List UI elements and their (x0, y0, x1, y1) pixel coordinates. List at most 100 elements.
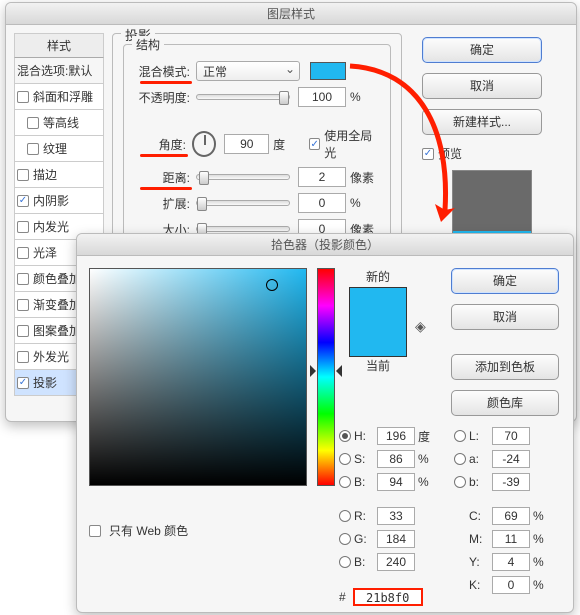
radio-b[interactable] (339, 476, 351, 488)
s-input[interactable]: 86 (377, 450, 415, 468)
styles-header: 样式 (14, 33, 104, 58)
opacity-label: 不透明度: (134, 89, 190, 106)
cp-cancel-button[interactable]: 取消 (451, 304, 559, 330)
spread-slider[interactable] (196, 200, 290, 206)
cancel-button[interactable]: 取消 (422, 73, 542, 99)
layer-style-title: 图层样式 (6, 3, 576, 25)
angle-dial[interactable] (192, 131, 216, 157)
style-item-0[interactable]: 斜面和浮雕 (14, 84, 104, 110)
style-checkbox-1[interactable] (27, 117, 39, 129)
style-label-2: 纹理 (43, 140, 67, 157)
ok-button[interactable]: 确定 (422, 37, 542, 63)
structure-legend: 结构 (132, 36, 164, 53)
angle-input[interactable]: 90 (224, 134, 269, 154)
hex-label: # (339, 590, 346, 604)
color-lib-button[interactable]: 颜色库 (451, 390, 559, 416)
style-checkbox-8[interactable] (17, 299, 29, 311)
y-input[interactable]: 4 (492, 553, 530, 571)
a-input[interactable]: -24 (492, 450, 530, 468)
radio-h[interactable] (339, 430, 351, 442)
global-light-label: 使用全局光 (324, 127, 380, 161)
web-only-label: 只有 Web 颜色 (109, 522, 188, 539)
global-light-checkbox[interactable] (309, 138, 320, 150)
radio-g[interactable] (339, 533, 351, 545)
new-color-label: 新的 (349, 268, 407, 285)
radio-r[interactable] (339, 510, 351, 522)
distance-slider[interactable] (196, 174, 290, 180)
style-checkbox-7[interactable] (17, 273, 29, 285)
style-item-2[interactable]: 纹理 (14, 136, 104, 162)
angle-label: 角度: (134, 136, 186, 153)
color-picker-dialog: 拾色器（投影颜色） 新的 当前 ◈ 确定 取消 添加到色板 颜色库 只有 Web… (76, 233, 574, 613)
opacity-unit: % (350, 90, 380, 104)
spread-unit: % (350, 196, 380, 210)
style-checkbox-2[interactable] (27, 143, 39, 155)
preview-label: 预览 (438, 145, 462, 162)
style-label-8: 渐变叠加 (33, 296, 81, 313)
distance-unit: 像素 (350, 169, 380, 186)
preview-checkbox[interactable] (422, 148, 434, 160)
new-style-button[interactable]: 新建样式... (422, 109, 542, 135)
style-checkbox-10[interactable] (17, 351, 29, 363)
style-checkbox-9[interactable] (17, 325, 29, 337)
k-input[interactable]: 0 (492, 576, 530, 594)
blend-options-default[interactable]: 混合选项:默认 (14, 58, 104, 84)
r-input[interactable]: 33 (377, 507, 415, 525)
cp-ok-button[interactable]: 确定 (451, 268, 559, 294)
style-label-3: 描边 (33, 166, 57, 183)
b2-input[interactable]: -39 (492, 473, 530, 491)
web-only-checkbox[interactable] (89, 525, 101, 537)
radio-b2[interactable] (454, 476, 466, 488)
preview-box (452, 170, 532, 240)
distance-input[interactable]: 2 (298, 167, 346, 187)
l-input[interactable]: 70 (492, 427, 530, 445)
style-checkbox-11[interactable] (17, 377, 29, 389)
style-label-7: 颜色叠加 (33, 270, 81, 287)
distance-label: 距离: (134, 169, 190, 186)
h-input[interactable]: 196 (377, 427, 415, 445)
current-color-label: 当前 (349, 357, 407, 374)
hue-slider[interactable] (317, 268, 335, 486)
sv-cursor[interactable] (266, 279, 278, 291)
style-checkbox-6[interactable] (17, 247, 29, 259)
radio-l[interactable] (454, 430, 466, 442)
new-current-swatch[interactable] (349, 287, 407, 357)
c-input[interactable]: 69 (492, 507, 530, 525)
style-item-1[interactable]: 等高线 (14, 110, 104, 136)
m-input[interactable]: 11 (492, 530, 530, 548)
shadow-color-swatch[interactable] (310, 62, 346, 80)
dialog-buttons: 确定 取消 新建样式... 预览 (422, 37, 562, 240)
style-item-3[interactable]: 描边 (14, 162, 104, 188)
hex-input[interactable]: 21b8f0 (353, 588, 423, 606)
opacity-slider[interactable] (196, 94, 290, 100)
hue-cursor[interactable] (312, 365, 340, 377)
style-label-4: 内阴影 (33, 192, 69, 209)
add-swatch-button[interactable]: 添加到色板 (451, 354, 559, 380)
color-picker-title: 拾色器（投影颜色） (77, 234, 573, 256)
opacity-input[interactable]: 100 (298, 87, 346, 107)
spread-input[interactable]: 0 (298, 193, 346, 213)
radio-bc[interactable] (339, 556, 351, 568)
style-label-11: 投影 (33, 374, 57, 391)
radio-a[interactable] (454, 453, 466, 465)
style-checkbox-3[interactable] (17, 169, 29, 181)
style-checkbox-4[interactable] (17, 195, 29, 207)
style-label-5: 内发光 (33, 218, 69, 235)
style-label-6: 光泽 (33, 244, 57, 261)
g-input[interactable]: 184 (377, 530, 415, 548)
saturation-value-box[interactable] (89, 268, 307, 486)
spread-label: 扩展: (134, 195, 190, 212)
style-label-10: 外发光 (33, 348, 69, 365)
bv-input[interactable]: 94 (377, 473, 415, 491)
size-slider[interactable] (196, 226, 290, 232)
angle-unit: 度 (273, 136, 301, 153)
style-checkbox-0[interactable] (17, 91, 29, 103)
style-item-4[interactable]: 内阴影 (14, 188, 104, 214)
blend-mode-select[interactable]: 正常 (196, 61, 300, 81)
bc-input[interactable]: 240 (377, 553, 415, 571)
cube-icon[interactable]: ◈ (415, 318, 426, 335)
style-label-9: 图案叠加 (33, 322, 81, 339)
radio-s[interactable] (339, 453, 351, 465)
style-checkbox-5[interactable] (17, 221, 29, 233)
color-fields: H: 196度 L:70 S: 86% a:-24 B: 94% b:-39 R… (339, 422, 561, 599)
